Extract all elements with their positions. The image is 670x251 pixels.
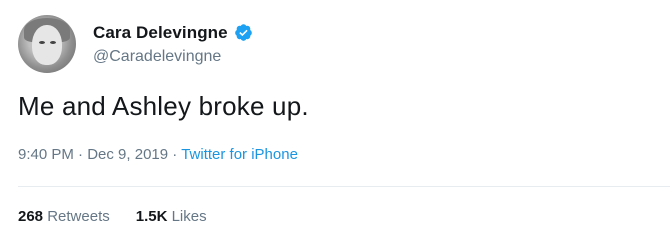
- handle[interactable]: @Caradelevingne: [93, 48, 253, 66]
- avatar[interactable]: [18, 15, 76, 73]
- tweet-stats: 268 Retweets 1.5K Likes: [18, 208, 207, 225]
- retweets-stat[interactable]: 268 Retweets: [18, 208, 110, 225]
- retweets-count: 268: [18, 208, 44, 225]
- tweet-text: Me and Ashley broke up.: [18, 91, 309, 121]
- meta-separator: ·: [172, 146, 178, 163]
- tweet-time[interactable]: 9:40 PM: [18, 146, 74, 163]
- likes-stat[interactable]: 1.5K Likes: [136, 208, 207, 225]
- display-name[interactable]: Cara Delevingne: [93, 23, 228, 43]
- tweet-header: Cara Delevingne @Caradelevingne: [18, 13, 253, 75]
- tweet-date[interactable]: Dec 9, 2019: [87, 146, 168, 163]
- name-row: Cara Delevingne: [93, 23, 253, 43]
- tweet-source[interactable]: Twitter for iPhone: [181, 146, 298, 163]
- author-names: Cara Delevingne @Caradelevingne: [93, 23, 253, 66]
- avatar-face: [32, 25, 62, 65]
- divider: [18, 186, 670, 187]
- avatar-eye-left: [39, 41, 45, 44]
- tweet-meta: 9:40 PM · Dec 9, 2019 · Twitter for iPho…: [18, 146, 298, 163]
- likes-count: 1.5K: [135, 208, 168, 225]
- avatar-eye-right: [50, 41, 56, 44]
- meta-separator: ·: [78, 146, 84, 163]
- verified-badge-icon: [234, 23, 253, 42]
- tweet-card: Cara Delevingne @Caradelevingne Me and A…: [0, 0, 670, 251]
- likes-label: Likes: [171, 208, 207, 225]
- retweets-label: Retweets: [47, 208, 110, 225]
